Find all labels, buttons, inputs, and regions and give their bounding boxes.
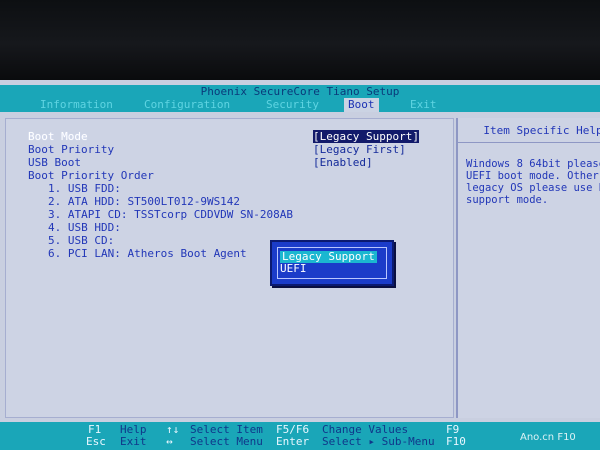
item-help-panel: Item Specific Help Windows 8 64bit pleas… bbox=[456, 118, 600, 418]
f10-key: F10 bbox=[446, 435, 466, 448]
boot-priority-value[interactable]: [Legacy First] bbox=[313, 143, 406, 156]
usb-boot-value[interactable]: [Enabled] bbox=[313, 156, 373, 169]
boot-mode-popup: Legacy Support UEFI bbox=[270, 240, 394, 286]
boot-order-item[interactable]: 2. ATA HDD: ST500LT012-9WS142 bbox=[48, 195, 240, 208]
usb-boot-label[interactable]: USB Boot bbox=[28, 156, 81, 169]
help-text-line: UEFI boot mode. Other bbox=[466, 170, 599, 182]
tab-boot[interactable]: Boot bbox=[344, 98, 379, 112]
setup-title: Phoenix SecureCore Tiano Setup bbox=[0, 85, 600, 98]
help-text-line: Windows 8 64bit please bbox=[466, 158, 600, 170]
left-right-key: ↔ bbox=[166, 435, 173, 448]
select-menu-hint: Select Menu bbox=[190, 435, 263, 448]
tab-information[interactable]: Information bbox=[36, 98, 117, 112]
boot-mode-label[interactable]: Boot Mode bbox=[28, 130, 88, 143]
site-watermark: Ano.cn F10 bbox=[520, 432, 576, 443]
bios-screen: Phoenix SecureCore Tiano Setup Informati… bbox=[0, 80, 600, 450]
esc-key: Esc bbox=[86, 435, 106, 448]
exit-hint: Exit bbox=[120, 435, 147, 448]
boot-priority-order-label: Boot Priority Order bbox=[28, 169, 154, 182]
boot-order-item[interactable]: 3. ATAPI CD: TSSTcorp CDDVDW SN-208AB bbox=[48, 208, 293, 221]
help-text-line: legacy OS please use B bbox=[466, 182, 600, 194]
tab-configuration[interactable]: Configuration bbox=[140, 98, 234, 112]
boot-mode-value[interactable]: [Legacy Support] bbox=[313, 130, 419, 143]
boot-order-item[interactable]: 1. USB FDD: bbox=[48, 182, 121, 195]
tab-security[interactable]: Security bbox=[262, 98, 323, 112]
enter-key: Enter bbox=[276, 435, 310, 448]
select-submenu-hint: Select ▸ Sub-Menu bbox=[322, 435, 435, 448]
tab-exit[interactable]: Exit bbox=[406, 98, 441, 112]
boot-priority-label[interactable]: Boot Priority bbox=[28, 143, 114, 156]
menu-bar: Information Configuration Security Boot … bbox=[0, 98, 600, 112]
popup-option-uefi[interactable]: UEFI bbox=[280, 263, 307, 275]
boot-order-item[interactable]: 5. USB CD: bbox=[48, 234, 114, 247]
key-help-footer: F1 Help ↑↓ Select Item F5/F6 Change Valu… bbox=[0, 422, 600, 450]
help-title: Item Specific Help bbox=[483, 124, 600, 137]
boot-order-item[interactable]: 4. USB HDD: bbox=[48, 221, 121, 234]
boot-order-item[interactable]: 6. PCI LAN: Atheros Boot Agent bbox=[48, 247, 247, 260]
help-divider bbox=[458, 142, 600, 143]
help-text-line: support mode. bbox=[466, 194, 549, 206]
monitor-bezel bbox=[0, 0, 600, 80]
